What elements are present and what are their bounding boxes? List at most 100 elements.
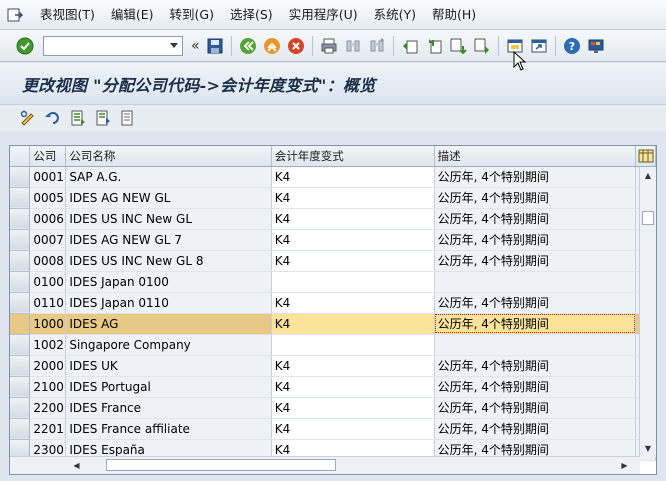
help-icon[interactable]: ? (561, 35, 583, 57)
table-row: 0110 IDES Japan 0110 K4 公历年, 4个特别期间 (10, 292, 656, 314)
select-block-icon[interactable] (92, 107, 114, 129)
find-next-icon[interactable] (366, 35, 388, 57)
prev-page-icon[interactable] (423, 35, 445, 57)
next-page-icon[interactable] (447, 35, 469, 57)
column-header-fiscal-variant[interactable]: 会计年度变式 (271, 146, 435, 167)
row-selector[interactable] (10, 229, 31, 251)
system-menu-icon[interactable] (4, 4, 26, 26)
fiscal-variant-input[interactable]: K4 (271, 250, 435, 272)
scroll-up-icon[interactable]: ▲ (640, 167, 656, 184)
fiscal-variant-input[interactable]: K4 (271, 397, 435, 419)
toolbar-separator (230, 35, 232, 56)
print-icon[interactable] (318, 35, 340, 57)
fiscal-variant-input[interactable] (271, 334, 435, 356)
menu-help[interactable]: 帮助(H) (424, 0, 484, 30)
table-control: 公司 公司名称 会计年度变式 描述 0001 SAP A.G. K4 公历年, … (9, 145, 657, 475)
row-selector[interactable] (10, 334, 31, 356)
chevron-down-icon[interactable] (169, 39, 179, 53)
shortcut-icon[interactable] (528, 35, 550, 57)
back-icon[interactable] (237, 35, 259, 57)
row-selector[interactable] (10, 313, 31, 335)
company-code: 2201 (29, 418, 67, 440)
menu-utilities[interactable]: 实用程序(U) (281, 0, 366, 30)
company-name: Singapore Company (65, 334, 272, 356)
find-icon[interactable] (342, 35, 364, 57)
row-selector[interactable] (10, 397, 31, 419)
menu-system[interactable]: 系统(Y) (366, 0, 424, 30)
menu-edit[interactable]: 编辑(E) (103, 0, 162, 30)
row-selector[interactable] (10, 292, 31, 314)
description (434, 334, 637, 356)
company-code: 0100 (29, 271, 67, 293)
horizontal-scroll-thumb[interactable] (106, 459, 336, 471)
fiscal-variant-input[interactable]: K4 (271, 208, 435, 230)
table-row: 1002 Singapore Company (10, 334, 656, 356)
table-row: 0007 IDES AG NEW GL 7 K4 公历年, 4个特别期间 (10, 229, 656, 251)
scroll-right-icon[interactable]: ▶ (616, 457, 633, 474)
description: 公历年, 4个特别期间 (434, 208, 637, 230)
select-all-icon[interactable] (67, 107, 89, 129)
menu-selection[interactable]: 选择(S) (222, 0, 281, 30)
table-row: 0001 SAP A.G. K4 公历年, 4个特别期间 (10, 166, 656, 188)
table-settings-icon[interactable] (635, 146, 656, 167)
horizontal-scrollbar[interactable]: ◀ ▶ (10, 456, 640, 474)
row-selector[interactable] (10, 250, 31, 272)
company-name: IDES US INC New GL 8 (65, 250, 272, 272)
exit-icon[interactable] (261, 35, 283, 57)
description: 公历年, 4个特别期间 (434, 397, 637, 419)
description: 公历年, 4个特别期间 (434, 250, 637, 272)
application-toolbar (0, 105, 666, 131)
table-row: 2100 IDES Portugal K4 公历年, 4个特别期间 (10, 376, 656, 398)
company-code: 1000 (29, 313, 67, 335)
description: 公历年, 4个特别期间 (434, 313, 637, 335)
customize-icon[interactable] (585, 35, 607, 57)
row-selector[interactable] (10, 187, 31, 209)
row-selector[interactable] (10, 208, 31, 230)
scroll-left-icon[interactable]: ◀ (68, 457, 85, 474)
enter-icon[interactable] (14, 35, 36, 57)
table-row: 0100 IDES Japan 0100 (10, 271, 656, 293)
description (434, 271, 637, 293)
menu-table-view[interactable]: 表视图(T) (32, 0, 103, 30)
deselect-all-icon[interactable] (117, 107, 139, 129)
description: 公历年, 4个特别期间 (434, 187, 637, 209)
vertical-scrollbar[interactable]: ▲ ▼ (639, 167, 656, 457)
column-header-company-name[interactable]: 公司名称 (65, 146, 272, 167)
scroll-down-icon[interactable]: ▼ (640, 440, 656, 457)
column-header-description[interactable]: 描述 (434, 146, 637, 167)
menu-bar: 表视图(T) 编辑(E) 转到(G) 选择(S) 实用程序(U) 系统(Y) 帮… (0, 0, 666, 30)
column-header-company[interactable]: 公司 (29, 146, 67, 167)
save-icon[interactable] (204, 35, 226, 57)
table-row: 0008 IDES US INC New GL 8 K4 公历年, 4个特别期间 (10, 250, 656, 272)
fiscal-variant-input[interactable]: K4 (271, 229, 435, 251)
vertical-scroll-thumb[interactable] (642, 211, 654, 225)
row-selector[interactable] (10, 166, 31, 188)
select-all-header[interactable] (10, 146, 31, 167)
fiscal-variant-input[interactable]: K4 (271, 376, 435, 398)
row-selector[interactable] (10, 355, 31, 377)
table-row-selected: 1000 IDES AG K4 公历年, 4个特别期间 (10, 313, 656, 335)
menu-goto[interactable]: 转到(G) (162, 0, 222, 30)
first-page-icon[interactable] (399, 35, 421, 57)
fiscal-variant-input[interactable] (271, 271, 435, 293)
command-field[interactable] (43, 35, 183, 56)
row-selector[interactable] (10, 376, 31, 398)
row-selector[interactable] (10, 271, 31, 293)
display-change-icon[interactable] (17, 107, 39, 129)
cancel-icon[interactable] (285, 35, 307, 57)
collapse-icon[interactable]: « (191, 38, 200, 54)
company-code: 0006 (29, 208, 67, 230)
fiscal-variant-input[interactable]: K4 (271, 187, 435, 209)
company-name: SAP A.G. (65, 166, 272, 188)
fiscal-variant-input[interactable]: K4 (271, 292, 435, 314)
fiscal-variant-input[interactable]: K4 (271, 166, 435, 188)
row-selector[interactable] (10, 418, 31, 440)
fiscal-variant-input[interactable]: K4 (271, 313, 435, 335)
content-area: 公司 公司名称 会计年度变式 描述 0001 SAP A.G. K4 公历年, … (0, 131, 666, 481)
table-row: 2201 IDES France affiliate K4 公历年, 4个特别期… (10, 418, 656, 440)
last-page-icon[interactable] (471, 35, 493, 57)
undo-icon[interactable] (42, 107, 64, 129)
fiscal-variant-input[interactable]: K4 (271, 418, 435, 440)
toolbar-separator (497, 35, 499, 56)
fiscal-variant-input[interactable]: K4 (271, 355, 435, 377)
